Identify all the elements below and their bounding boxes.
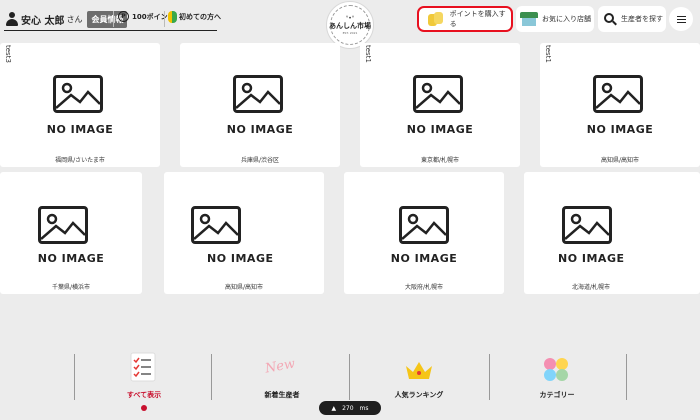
card-location: 兵庫県/渋谷区 xyxy=(240,157,280,164)
no-image-label: NO IMAGE xyxy=(226,123,294,136)
no-image-label: NO IMAGE xyxy=(390,252,458,265)
user-icon xyxy=(6,12,18,26)
image-placeholder-icon xyxy=(233,75,283,113)
no-image-label: NO IMAGE xyxy=(207,252,274,265)
card-location: 北海道/札幌市 xyxy=(572,284,611,291)
hamburger-menu-button[interactable] xyxy=(669,7,693,31)
menu-bar-icon xyxy=(676,21,686,23)
logo-ring xyxy=(330,5,370,45)
card-location: 大阪府/札幌市 xyxy=(404,284,444,291)
zoom-unit: ms xyxy=(359,404,369,412)
card-location: 千葉県/横浜市 xyxy=(51,284,91,291)
search-producers-button[interactable]: 生産者を探す xyxy=(598,6,666,32)
product-card[interactable]: NO IMAGE 千葉県/横浜市 xyxy=(0,172,142,294)
category-icon xyxy=(544,358,568,381)
card-location: 高知県/高知市 xyxy=(600,157,640,164)
user-menu[interactable]: 安心 太郎 さん 会員情報 xyxy=(6,9,128,29)
image-placeholder-icon xyxy=(413,75,463,113)
zoom-value: 270 xyxy=(342,404,354,412)
no-image-label: NO IMAGE xyxy=(586,123,654,136)
nav-category[interactable]: カテゴリー xyxy=(502,350,612,410)
nav-separator xyxy=(489,354,490,400)
no-image-label: NO IMAGE xyxy=(46,123,114,136)
beginner-label: 初めての方へ xyxy=(179,13,221,21)
menu-bar-icon xyxy=(676,15,686,17)
header-divider xyxy=(164,11,165,27)
favorite-shops-label: お気に入り店舗 xyxy=(542,15,591,23)
nav-active-indicator xyxy=(141,405,147,411)
coin-icon xyxy=(428,12,444,26)
product-card[interactable]: test1 NO IMAGE 高知県/高知市 xyxy=(540,43,700,167)
product-card[interactable]: NO IMAGE 高知県/高知市 xyxy=(164,172,324,294)
search-icon xyxy=(604,12,617,26)
image-placeholder-icon xyxy=(399,206,449,244)
nav-all[interactable]: すべて表示 xyxy=(89,350,199,410)
card-location: 高知県/高知市 xyxy=(224,284,264,291)
mountain-icon: ▲ xyxy=(331,404,337,412)
points-icon: P xyxy=(118,11,129,22)
image-placeholder-icon xyxy=(38,206,88,244)
nav-category-label: カテゴリー xyxy=(539,391,575,399)
product-card[interactable]: NO IMAGE 兵庫県/渋谷区 xyxy=(180,43,340,167)
favorite-shops-button[interactable]: お気に入り店舗 xyxy=(516,6,594,32)
menu-bar-icon xyxy=(676,18,686,20)
no-image-label: NO IMAGE xyxy=(37,252,105,265)
search-producers-label: 生産者を探す xyxy=(621,15,663,23)
user-honorific: さん xyxy=(66,14,83,24)
card-tag: test1 xyxy=(364,45,372,63)
image-placeholder-icon xyxy=(53,75,103,113)
nav-separator xyxy=(74,354,75,400)
nav-new-producers-label: 新着生産者 xyxy=(264,391,300,399)
no-image-label: NO IMAGE xyxy=(406,123,474,136)
new-badge-icon: New xyxy=(263,356,297,377)
card-tag: test3 xyxy=(4,45,12,63)
shop-icon xyxy=(520,12,538,26)
header-underline xyxy=(4,30,217,31)
buy-points-button[interactable]: ポイントを購入する xyxy=(417,6,513,32)
product-card[interactable]: test3 NO IMAGE 福岡県/さいたま市 xyxy=(0,43,160,167)
product-card[interactable]: test1 NO IMAGE 東京都/札幌市 xyxy=(360,43,520,167)
card-location: 東京都/札幌市 xyxy=(420,157,460,164)
zoom-indicator[interactable]: ▲ 270 ms xyxy=(319,401,381,415)
nav-separator xyxy=(211,354,212,400)
checklist-icon xyxy=(130,352,156,382)
nav-new-producers[interactable]: New 新着生産者 xyxy=(227,350,337,410)
no-image-label: NO IMAGE xyxy=(558,252,625,265)
product-card[interactable]: NO IMAGE 北海道/札幌市 xyxy=(524,172,700,294)
user-name: 安心 太郎 xyxy=(21,15,65,27)
header-divider xyxy=(113,11,114,27)
image-placeholder-icon xyxy=(191,206,241,244)
nav-separator xyxy=(626,354,627,400)
nav-ranking-label: 人気ランキング xyxy=(394,391,444,399)
site-logo[interactable]: ᐡ•ᐡ あんしん市場 EST. 2021 xyxy=(326,1,374,49)
nav-all-label: すべて表示 xyxy=(126,391,162,399)
header: 安心 太郎 さん 会員情報 P 100ポイント 初めての方へ ᐡ•ᐡ あんしん市… xyxy=(0,0,700,49)
product-card[interactable]: NO IMAGE 大阪府/札幌市 xyxy=(344,172,504,294)
card-location: 福岡県/さいたま市 xyxy=(55,157,105,164)
nav-ranking[interactable]: 人気ランキング xyxy=(364,350,474,410)
buy-points-label: ポイントを購入する xyxy=(449,10,506,28)
nav-separator xyxy=(349,354,350,400)
card-tag: test1 xyxy=(544,45,552,63)
image-placeholder-icon xyxy=(562,206,612,244)
beginner-guide-link[interactable]: 初めての方へ xyxy=(168,11,221,23)
crown-icon xyxy=(406,362,432,379)
image-placeholder-icon xyxy=(593,75,643,113)
points-link[interactable]: P 100ポイント xyxy=(118,11,175,22)
beginner-leaf-icon xyxy=(168,11,177,23)
